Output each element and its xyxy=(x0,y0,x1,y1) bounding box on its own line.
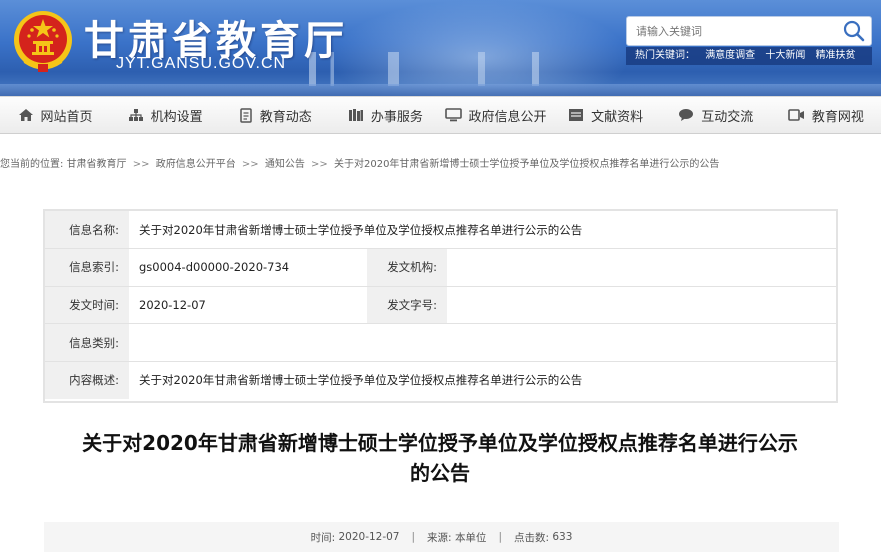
info-date-value: 2020-12-07 xyxy=(129,286,367,325)
nav-item-label: 办事服务 xyxy=(370,109,423,125)
meta-source-value: 本单位 xyxy=(454,531,487,544)
meta-divider: | xyxy=(411,531,416,543)
article-title: 关于对2020年甘肃省新增博士硕士学位授予单位及学位授权点推荐名单进行公示 的公… xyxy=(40,428,840,488)
info-name-label: 信息名称: xyxy=(45,211,129,250)
site-header: 甘肃省教育厅 JYT.GANSU.GOV.CN 热门关键词： 满意度调查 十大新… xyxy=(0,0,881,96)
hot-keyword-link[interactable]: 满意度调查 xyxy=(705,50,755,61)
nav-item-interaction[interactable]: 互动交流 xyxy=(661,97,771,133)
breadcrumb-separator: >> xyxy=(241,159,259,170)
national-emblem-icon[interactable] xyxy=(12,8,74,74)
table-row: 信息类别: xyxy=(45,323,836,362)
info-name-value: 关于对2020年甘肃省新增博士硕士学位授予单位及学位授权点推荐名单进行公示的公告 xyxy=(129,211,836,250)
meta-clicks-label: 点击数: xyxy=(513,531,550,544)
books-icon xyxy=(348,109,363,121)
nav-item-education-news[interactable]: 教育动态 xyxy=(220,97,330,133)
org-chart-icon xyxy=(128,109,143,121)
nav-item-label: 教育网视 xyxy=(811,109,864,125)
breadcrumb-link[interactable]: 甘肃省教育厅 xyxy=(67,159,127,170)
nav-item-label: 机构设置 xyxy=(150,109,203,125)
main-nav: 网站首页 机构设置 教育动态 办事服务 政府信息公开 文献资料 互动交流 教育网… xyxy=(0,96,881,134)
breadcrumb-link[interactable]: 通知公告 xyxy=(265,159,305,170)
search-icon[interactable] xyxy=(841,19,867,43)
folder-icon xyxy=(569,109,584,121)
hot-keyword-link[interactable]: 精准扶贫 xyxy=(816,50,856,61)
info-summary-value: 关于对2020年甘肃省新增博士硕士学位授予单位及学位授权点推荐名单进行公示的公告 xyxy=(139,373,583,388)
site-domain: JYT.GANSU.GOV.CN xyxy=(116,55,287,72)
info-index-label: 信息索引: xyxy=(45,248,129,287)
info-summary-label: 内容概述: xyxy=(45,361,129,399)
nav-item-home[interactable]: 网站首页 xyxy=(0,97,110,133)
meta-divider: | xyxy=(498,531,502,543)
breadcrumb-current[interactable]: 关于对2020年甘肃省新增博士硕士学位授予单位及学位授权点推荐名单进行公示的公告 xyxy=(334,159,719,170)
info-docno-value xyxy=(447,286,836,325)
search-box xyxy=(626,16,872,46)
chat-icon xyxy=(679,109,694,121)
meta-time-label: 时间: xyxy=(310,531,336,544)
info-table-container: 信息名称: 关于对2020年甘肃省新增博士硕士学位授予单位及学位授权点推荐名单进… xyxy=(43,209,838,403)
article-title-line: 的公告 xyxy=(410,461,470,485)
monitor-icon xyxy=(444,108,462,122)
hot-keyword-link[interactable]: 十大新闻 xyxy=(765,50,805,61)
nav-item-education-tv[interactable]: 教育网视 xyxy=(771,97,881,133)
nav-item-services[interactable]: 办事服务 xyxy=(330,97,440,133)
nav-item-label: 网站首页 xyxy=(40,109,93,125)
hot-keywords-label: 热门关键词： xyxy=(635,50,695,61)
nav-item-documents[interactable]: 文献资料 xyxy=(551,97,661,133)
header-water xyxy=(0,84,881,96)
nav-item-label: 政府信息公开 xyxy=(468,109,547,125)
info-category-value xyxy=(129,323,836,362)
breadcrumb-prefix: 您当前的位置: xyxy=(0,159,64,170)
table-row: 内容概述: 关于对2020年甘肃省新增博士硕士学位授予单位及学位授权点推荐名单进… xyxy=(45,361,836,399)
meta-clicks-value: 633 xyxy=(552,531,573,543)
breadcrumb-separator: >> xyxy=(132,159,150,170)
info-date-label: 发文时间: xyxy=(45,286,129,325)
article-title-line: 关于对2020年甘肃省新增博士硕士学位授予单位及学位授权点推荐名单进行公示 xyxy=(82,431,798,455)
hot-keywords: 热门关键词： 满意度调查 十大新闻 精准扶贫 xyxy=(626,47,872,65)
info-org-label: 发文机构: xyxy=(367,248,447,287)
meta-time-value: 2020-12-07 xyxy=(338,531,400,543)
meta-source-label: 来源: xyxy=(427,531,452,544)
info-docno-label: 发文字号: xyxy=(367,286,447,325)
article-meta: 时间: 2020-12-07 | 来源: 本单位 | 点击数: 633 xyxy=(44,522,839,552)
info-index-value: gs0004-d00000-2020-734 xyxy=(129,248,367,287)
info-org-value xyxy=(447,248,836,287)
table-row: 信息名称: 关于对2020年甘肃省新增博士硕士学位授予单位及学位授权点推荐名单进… xyxy=(45,211,836,250)
nav-item-label: 教育动态 xyxy=(259,109,312,125)
info-table: 信息名称: 关于对2020年甘肃省新增博士硕士学位授予单位及学位授权点推荐名单进… xyxy=(45,211,836,399)
breadcrumb-link[interactable]: 政府信息公开平台 xyxy=(156,159,236,170)
nav-item-label: 互动交流 xyxy=(701,109,754,125)
table-row: 信息索引: gs0004-d00000-2020-734 发文机构: xyxy=(45,248,836,287)
search-input[interactable] xyxy=(627,17,837,45)
table-row: 发文时间: 2020-12-07 发文字号: xyxy=(45,286,836,325)
breadcrumb: 您当前的位置: 甘肃省教育厅 >> 政府信息公开平台 >> 通知公告 >> 关于… xyxy=(0,155,719,170)
video-icon xyxy=(788,109,804,121)
document-icon xyxy=(240,107,252,123)
nav-item-gov-info[interactable]: 政府信息公开 xyxy=(441,97,551,133)
info-category-label: 信息类别: xyxy=(45,323,129,362)
breadcrumb-separator: >> xyxy=(311,159,328,170)
nav-item-label: 文献资料 xyxy=(591,109,644,125)
home-icon xyxy=(18,109,33,121)
nav-item-organization[interactable]: 机构设置 xyxy=(110,97,220,133)
